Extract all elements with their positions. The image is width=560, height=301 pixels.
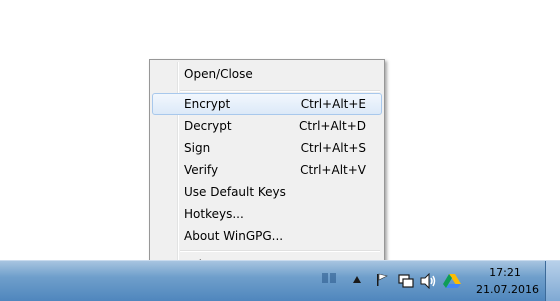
clock-date: 21.07.2016: [476, 283, 539, 296]
menu-item-use-default-keys[interactable]: Use Default Keys: [152, 181, 382, 203]
menu-item-label: Sign: [184, 141, 211, 155]
menu-item-label: Hotkeys...: [184, 207, 244, 221]
menu-item-shortcut: Ctrl+Alt+S: [300, 141, 366, 155]
menu-item-about[interactable]: About WinGPG...: [152, 225, 382, 247]
menu-item-shortcut: Ctrl+Alt+V: [300, 163, 366, 177]
menu-item-label: Use Default Keys: [184, 185, 286, 199]
menu-item-label: Verify: [184, 163, 219, 177]
menu-separator: [180, 250, 380, 252]
menu-separator: [180, 90, 380, 92]
menu-item-shortcut: Ctrl+Alt+E: [300, 97, 366, 111]
system-clock[interactable]: 17:21 21.07.2016: [476, 264, 539, 298]
menu-item-label: Encrypt: [184, 97, 231, 111]
google-drive-icon[interactable]: [443, 273, 461, 289]
flag-icon[interactable]: [376, 273, 388, 287]
menu-item-label: About WinGPG...: [184, 229, 284, 243]
menu-item-label: Decrypt: [184, 119, 232, 133]
clock-time: 17:21: [489, 266, 521, 279]
show-desktop-button[interactable]: [545, 261, 560, 301]
menu-item-shortcut: Ctrl+Alt+D: [299, 119, 366, 133]
menu-item-hotkeys[interactable]: Hotkeys...: [152, 203, 382, 225]
menu-item-sign[interactable]: Sign Ctrl+Alt+S: [152, 137, 382, 159]
tray-partial-icon: [322, 273, 336, 283]
menu-item-open-close[interactable]: Open/Close: [152, 63, 382, 85]
volume-icon[interactable]: [420, 273, 436, 289]
menu-item-decrypt[interactable]: Decrypt Ctrl+Alt+D: [152, 115, 382, 137]
menu-item-encrypt[interactable]: Encrypt Ctrl+Alt+E: [152, 93, 382, 115]
context-menu: Open/Close Encrypt Ctrl+Alt+E Decrypt Ct…: [149, 59, 385, 278]
show-hidden-icons-arrow-icon[interactable]: [352, 275, 362, 285]
menu-item-verify[interactable]: Verify Ctrl+Alt+V: [152, 159, 382, 181]
taskbar: 17:21 21.07.2016: [0, 260, 560, 301]
menu-item-label: Open/Close: [184, 67, 253, 81]
network-icon[interactable]: [398, 273, 414, 289]
